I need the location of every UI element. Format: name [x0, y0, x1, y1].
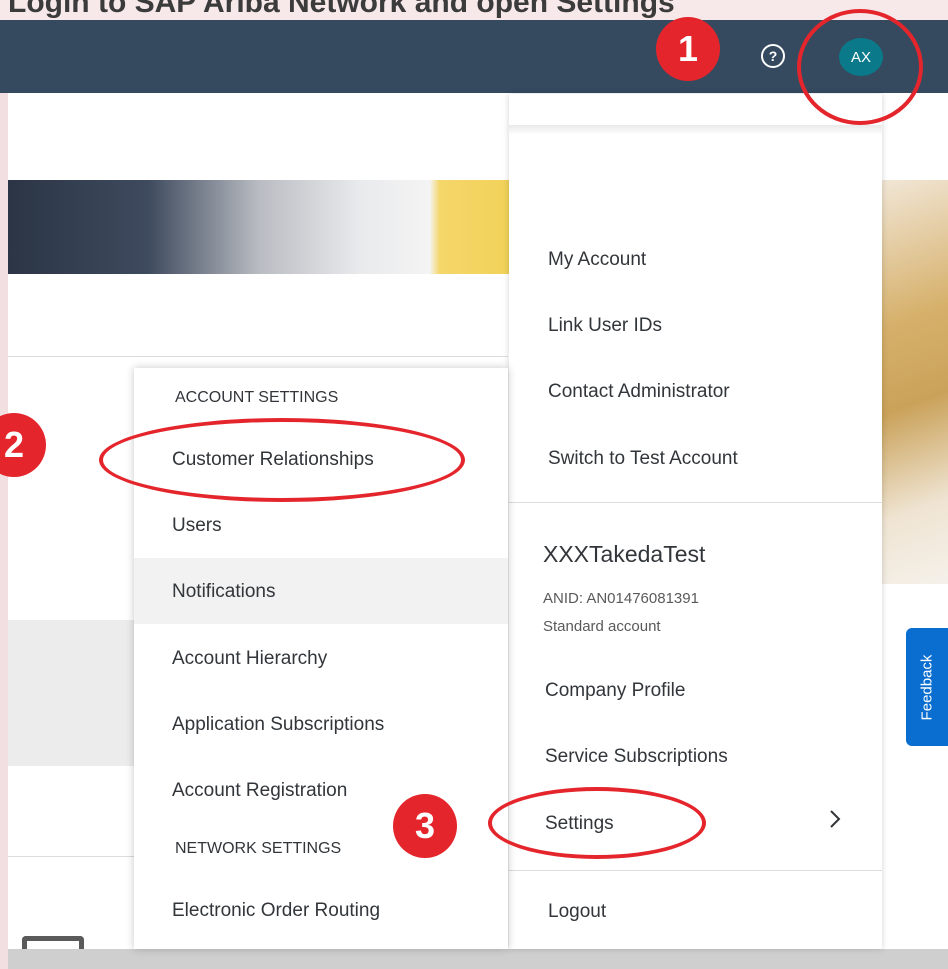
submenu-item-electronic-order-routing[interactable]: Electronic Order Routing [172, 900, 380, 922]
step-badge-3: 3 [393, 794, 457, 858]
menu-item-link-user-ids[interactable]: Link User IDs [548, 315, 662, 337]
menu-item-service-subscriptions[interactable]: Service Subscriptions [545, 746, 728, 768]
chevron-right-icon[interactable] [826, 808, 844, 830]
menu-item-switch-to-test-account[interactable]: Switch to Test Account [548, 448, 738, 470]
menu-item-logout[interactable]: Logout [548, 901, 606, 923]
company-anid: ANID: AN01476081391 [543, 590, 699, 607]
menu-item-company-profile[interactable]: Company Profile [545, 680, 685, 702]
company-account-type: Standard account [543, 618, 661, 635]
company-name: XXXTakedaTest [543, 541, 706, 567]
help-glyph: ? [768, 48, 778, 64]
menu-divider [509, 502, 882, 503]
submenu-item-notifications[interactable]: Notifications [172, 581, 276, 603]
menu-item-contact-administrator[interactable]: Contact Administrator [548, 381, 730, 403]
hero-banner-image-right [882, 180, 948, 584]
submenu-item-application-subscriptions[interactable]: Application Subscriptions [172, 714, 384, 736]
feedback-label: Feedback [918, 654, 936, 720]
page-margin [0, 93, 8, 969]
page-title: Login to SAP Ariba Network and open Sett… [8, 0, 675, 19]
submenu-item-account-registration[interactable]: Account Registration [172, 780, 347, 802]
content-panel [8, 620, 138, 766]
step-badge-1: 1 [656, 17, 720, 81]
footer-bar [8, 949, 948, 969]
question-circle-icon[interactable]: ? [761, 44, 785, 68]
content-divider [8, 356, 508, 357]
submenu-item-users[interactable]: Users [172, 515, 222, 537]
content-divider [8, 856, 138, 857]
menu-divider [509, 870, 882, 871]
highlight-ring-avatar [797, 9, 923, 125]
menu-item-my-account[interactable]: My Account [548, 249, 646, 271]
highlight-ring-settings [488, 787, 706, 859]
submenu-item-account-hierarchy[interactable]: Account Hierarchy [172, 648, 327, 670]
account-settings-header: ACCOUNT SETTINGS [175, 389, 339, 406]
network-settings-header: NETWORK SETTINGS [175, 840, 342, 857]
menu-top-shadow [509, 125, 882, 135]
hero-banner-image [8, 180, 510, 274]
feedback-button[interactable]: Feedback [906, 628, 948, 746]
highlight-ring-customer-relationships [99, 418, 465, 502]
